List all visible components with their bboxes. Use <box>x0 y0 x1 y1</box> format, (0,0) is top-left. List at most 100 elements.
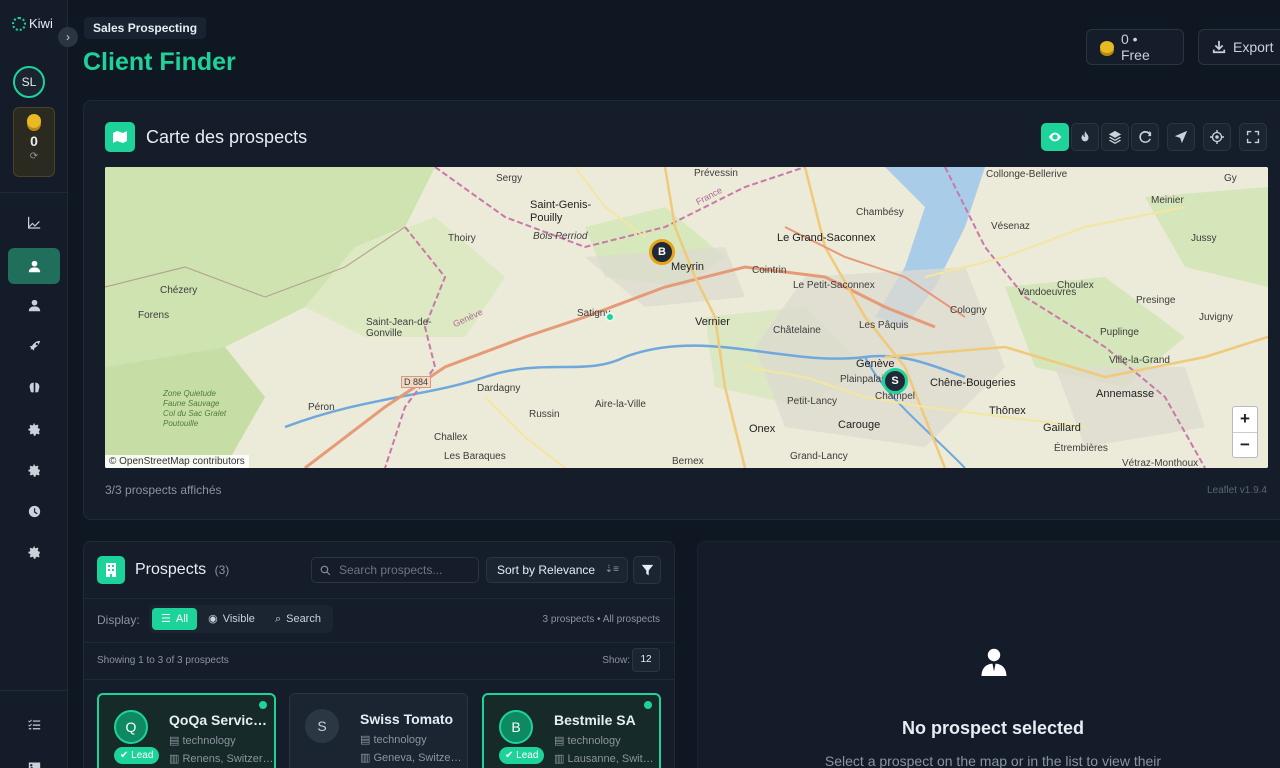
filter-button[interactable] <box>633 556 661 584</box>
map-marker-dot[interactable] <box>605 312 615 322</box>
prospect-avatar: S <box>305 709 339 743</box>
fire-icon[interactable] <box>1071 123 1099 151</box>
kiwi-logo-icon <box>12 16 26 31</box>
prospects-map[interactable]: Sergy Prévessin Collonge-Bellerive Gy Sa… <box>105 167 1268 468</box>
prospect-card[interactable]: Q QoQa Services SA ▤ technology ▥ Renens… <box>97 693 276 768</box>
status-badge: ✔ Lead <box>114 747 160 764</box>
status-dot <box>644 701 652 709</box>
map-label: Les Pâquis <box>859 320 909 331</box>
nav-insights[interactable] <box>8 369 60 405</box>
filter-all[interactable]: ☰ All <box>152 608 198 630</box>
map-actions <box>1203 123 1231 153</box>
filter-search-label: Search <box>286 613 321 625</box>
prospects-card: Prospects (3) Sort by Relevance ⇣≡ Displ… <box>83 541 675 768</box>
crosshair-icon[interactable] <box>1203 123 1231 151</box>
badge-text: Lead <box>516 750 539 761</box>
export-button[interactable]: Export <box>1198 29 1280 65</box>
sidebar-divider <box>0 690 68 691</box>
location-arrow-icon[interactable] <box>1167 123 1195 151</box>
nav-tasks[interactable] <box>8 706 60 742</box>
gear-icon <box>27 545 40 559</box>
list-icon: ☰ <box>161 613 171 625</box>
nav-analytics[interactable] <box>8 204 60 240</box>
brain-icon <box>29 382 39 392</box>
eye-icon[interactable] <box>1041 123 1069 151</box>
map-label: Ville-la-Grand <box>1109 355 1170 366</box>
sidebar-divider <box>0 192 68 193</box>
prospect-avatar: Q <box>114 710 148 744</box>
map-marker-b[interactable]: B <box>649 239 675 265</box>
app-name: Kiwi <box>29 16 53 31</box>
nav-settings-a[interactable] <box>8 411 60 447</box>
map-label: Sergy <box>496 173 523 184</box>
nav-contact-card[interactable] <box>8 748 60 768</box>
sidebar-toggle-button[interactable]: › <box>58 27 78 47</box>
credits-button[interactable]: 0 • Free <box>1086 29 1184 65</box>
industry-text: technology <box>182 735 236 747</box>
prospect-card[interactable]: S Swiss Tomato ▤ technology ▥ Geneva, Sw… <box>289 693 468 768</box>
map-label: Bernex <box>672 456 704 467</box>
status-badge: ✔ Lead <box>499 747 545 764</box>
map-label: Saint-Genis-Pouilly <box>530 199 592 224</box>
location-text: Renens, Switzerland <box>182 753 274 765</box>
user-icon <box>28 260 40 272</box>
expand-icon[interactable] <box>1239 123 1267 151</box>
map-marker-s[interactable]: S <box>882 368 908 394</box>
layers-icon[interactable] <box>1101 123 1129 151</box>
prospect-card[interactable]: B Bestmile SA ▤ technology ▥ Lausanne, S… <box>482 693 661 768</box>
user-icon <box>28 299 40 311</box>
map-actions <box>1131 123 1159 153</box>
sort-label: Sort by Relevance <box>497 563 596 577</box>
map-label: Les Baraques <box>444 451 506 462</box>
zoom-out-button[interactable]: − <box>1233 432 1257 457</box>
empty-state-title: No prospect selected <box>901 718 1085 738</box>
location-text: Lausanne, Switzerland <box>567 753 659 765</box>
user-avatar[interactable]: SL <box>13 66 45 98</box>
nav-history[interactable] <box>8 493 60 529</box>
map-label: Aire-la-Ville <box>595 399 646 410</box>
map-label: Zone Quietude Faune Sauvage Col du Sac G… <box>163 389 227 428</box>
prospects-summary: 3 prospects • All prospects <box>542 614 660 625</box>
refresh-icon[interactable] <box>1131 123 1159 151</box>
refresh-icon[interactable]: ⟳ <box>14 151 54 162</box>
prospect-search[interactable] <box>311 557 479 583</box>
nav-campaigns[interactable] <box>8 328 60 364</box>
nav-settings-b[interactable] <box>8 452 60 488</box>
credits-value: 0 <box>30 133 38 149</box>
filter-all-label: All <box>175 613 189 625</box>
filter-search[interactable]: ⌕ Search <box>266 608 330 630</box>
prospect-name: Swiss Tomato <box>360 711 454 727</box>
display-filter: ☰ All ◉ Visible ⌕ Search <box>149 605 333 633</box>
map-label: Châtelaine <box>773 325 821 336</box>
nav-contacts[interactable] <box>8 287 60 323</box>
map-label: Vésenaz <box>991 221 1030 232</box>
prospect-name: Bestmile SA <box>554 712 636 728</box>
app-logo[interactable]: Kiwi <box>12 16 53 31</box>
nav-settings-c[interactable] <box>8 534 60 570</box>
badge-text: Lead <box>131 750 154 761</box>
map-label: Jussy <box>1191 233 1217 244</box>
credits-widget[interactable]: 0 ⟳ <box>13 107 55 177</box>
status-dot <box>259 701 267 709</box>
page-size-select[interactable]: 12 <box>632 648 660 672</box>
prospects-count: (3) <box>214 563 230 577</box>
rocket-icon <box>29 340 40 351</box>
export-label: Export <box>1233 39 1274 55</box>
zoom-in-button[interactable]: + <box>1233 407 1257 432</box>
coins-icon <box>1100 41 1114 53</box>
nav-client-finder[interactable] <box>8 248 60 284</box>
map-label: Juvigny <box>1199 312 1233 323</box>
map-label: Challex <box>434 432 468 443</box>
id-card-icon <box>28 761 40 768</box>
leaflet-attribution[interactable]: Leaflet v1.9.4 <box>1207 485 1267 496</box>
breadcrumb[interactable]: Sales Prospecting <box>84 17 207 39</box>
map-label: Péron <box>308 402 335 413</box>
map-title: Carte des prospects <box>146 127 308 147</box>
sort-select[interactable]: Sort by Relevance ⇣≡ <box>486 557 628 583</box>
map-label: Petit-Lancy <box>787 396 838 407</box>
search-input[interactable] <box>339 563 459 577</box>
map-label: Thônex <box>989 405 1026 417</box>
filter-visible[interactable]: ◉ Visible <box>199 608 264 630</box>
map-attribution[interactable]: © OpenStreetMap contributors <box>105 455 249 468</box>
credits-plan-label: 0 • Free <box>1120 31 1150 63</box>
